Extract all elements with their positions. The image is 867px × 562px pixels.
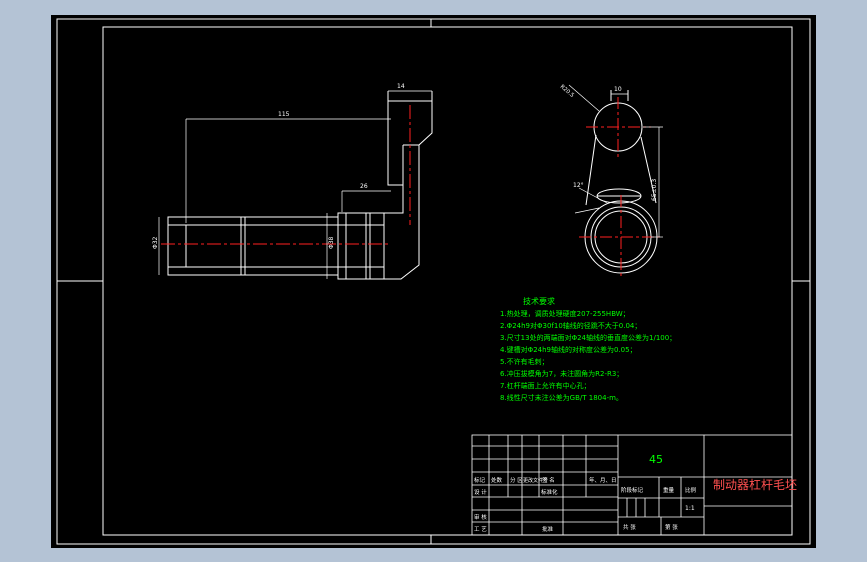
cad-viewport[interactable]: 14 115 26 Φ32 Φ38 10 65±0.3 R20.5 12° 技术… bbox=[0, 0, 867, 562]
requirement-item: 2.Φ24h9对Φ30f10轴线的径跳不大于0.04； bbox=[500, 321, 641, 330]
dim-length: 115 bbox=[278, 111, 290, 118]
label-process: 工 艺 bbox=[474, 526, 487, 533]
label-date: 年、月、日 bbox=[589, 476, 617, 484]
label-review: 审 核 bbox=[474, 513, 487, 521]
label-stage-mark: 阶段标记 bbox=[621, 486, 644, 494]
engineering-drawing: 14 115 26 Φ32 Φ38 10 65±0.3 R20.5 12° 技术… bbox=[56, 18, 811, 545]
dim-angle: 12° bbox=[573, 182, 584, 189]
material-value: 45 bbox=[649, 453, 663, 466]
label-design: 设 计 bbox=[474, 488, 487, 496]
inner-frame bbox=[102, 26, 793, 536]
dim-dia-right: Φ38 bbox=[328, 236, 335, 249]
technical-requirements: 技术要求 1.热处理，调质处理硬度207-255HBW； 2.Φ24h9对Φ30… bbox=[500, 296, 676, 402]
label-weight: 重量 bbox=[663, 486, 675, 494]
requirement-item: 7.杠杆端面上允许有中心孔； bbox=[500, 381, 591, 390]
label-sheets-total: 共 张 bbox=[623, 523, 636, 531]
label-scale: 比例 bbox=[685, 486, 697, 494]
requirement-item: 8.线性尺寸未注公差为GB/T 1804-m。 bbox=[500, 393, 623, 402]
label-standardize: 标准化 bbox=[541, 488, 558, 496]
requirement-item: 5.不许有毛刺； bbox=[500, 357, 549, 366]
dim-dia-left: Φ32 bbox=[152, 236, 159, 249]
title-block-text: 45 制动器杠杆毛坯 标记 处数 分 区 更改文件号 签 名 年、月、日 设 计… bbox=[474, 453, 797, 533]
dim-short: 26 bbox=[360, 183, 368, 190]
outer-frame bbox=[56, 18, 811, 545]
label-sheet-no: 第 张 bbox=[665, 523, 678, 531]
drawing-name: 制动器杠杆毛坯 bbox=[713, 477, 797, 492]
requirements-title: 技术要求 bbox=[523, 296, 555, 306]
requirement-item: 3.尺寸13处的两端面对Φ24轴线的垂直度公差为1/100； bbox=[500, 333, 676, 342]
side-view-centerlines bbox=[161, 105, 411, 245]
label-count: 处数 bbox=[491, 476, 503, 484]
dim-top-width: 14 bbox=[397, 83, 405, 90]
requirement-item: 4.键槽对Φ24h9轴线的对称度公差为0.05； bbox=[500, 345, 637, 354]
dim-radius: R20.5 bbox=[559, 84, 576, 99]
label-zone: 分 区 bbox=[510, 476, 523, 484]
dim-right-top: 10 bbox=[614, 86, 622, 93]
dim-center-distance: 65±0.3 bbox=[651, 179, 658, 201]
requirement-item: 6.冲压拔模角为7，未注圆角为R2-R3； bbox=[500, 369, 623, 378]
label-mark: 标记 bbox=[474, 476, 486, 484]
scale-value: 1:1 bbox=[685, 505, 695, 512]
label-approve: 批准 bbox=[542, 525, 554, 533]
label-signature: 签 名 bbox=[542, 476, 555, 484]
requirement-item: 1.热处理，调质处理硬度207-255HBW； bbox=[500, 309, 630, 318]
drawing-sheet: 14 115 26 Φ32 Φ38 10 65±0.3 R20.5 12° 技术… bbox=[51, 15, 816, 548]
